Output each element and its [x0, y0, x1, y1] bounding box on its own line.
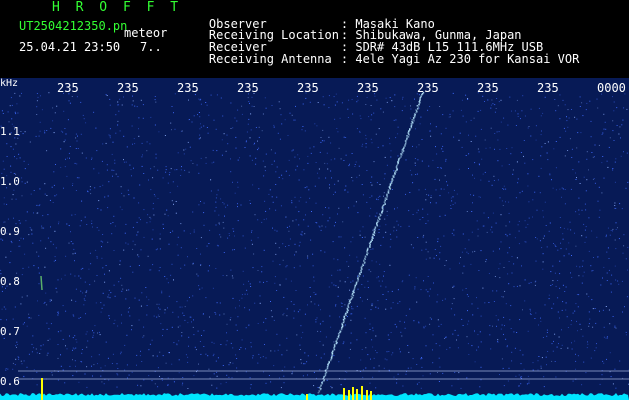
signal-spike: [306, 394, 308, 400]
noise-layer: [0, 92, 629, 389]
x-tick: 235: [117, 81, 139, 95]
x-tick: 235: [177, 81, 199, 95]
spectrogram-canvas: [0, 92, 629, 400]
x-tick: 235: [297, 81, 319, 95]
file-name: UT2504212350.pn: [19, 19, 128, 33]
y-tick: 0.7: [0, 325, 20, 338]
x-tick: 235: [477, 81, 499, 95]
hrofft-logo-text: H R O F F T: [52, 0, 183, 15]
x-tick: 235: [357, 81, 379, 95]
y-tick: 0.8: [0, 275, 20, 288]
x-tick: 235: [57, 81, 79, 95]
info-antenna: Receiving Antenna : 4ele Yagi Az 230 for …: [180, 41, 579, 77]
meteor-count: 7..: [140, 40, 162, 54]
signal-spike: [356, 389, 358, 400]
info-key: Receiving Antenna: [208, 52, 332, 66]
x-tick: 235: [237, 81, 259, 95]
faint-streak: [40, 275, 43, 291]
x-tick: 235: [417, 81, 439, 95]
signal-spike: [348, 390, 350, 400]
x-tick: 0000: [597, 81, 626, 95]
signal-spike: [361, 386, 363, 400]
y-tick: 1.1: [0, 125, 20, 138]
y-axis-unit: kHz: [0, 78, 19, 89]
baseline-band: [0, 393, 629, 400]
signal-spike: [343, 388, 345, 400]
y-tick: 0.6: [0, 375, 20, 388]
info-value: : 4ele Yagi Az 230 for Kansai VOR: [340, 52, 580, 66]
signal-spike: [41, 378, 43, 400]
spectrogram-plot: kHz 1.1 1.0 0.9 0.8 0.7 0.6 235 235 235 …: [0, 78, 629, 400]
y-tick: 1.0: [0, 175, 20, 188]
signal-spike: [366, 390, 368, 400]
datetime: 25.04.21 23:50: [19, 40, 121, 54]
meteor-trail: [317, 92, 425, 394]
signal-spike: [370, 391, 372, 400]
meteor-label: meteor: [124, 26, 168, 40]
header-bar: H R O F F T UT2504212350.pn meteor 25.04…: [0, 0, 629, 78]
signal-spike: [352, 387, 354, 400]
x-tick: 235: [537, 81, 559, 95]
y-tick: 0.9: [0, 225, 20, 238]
